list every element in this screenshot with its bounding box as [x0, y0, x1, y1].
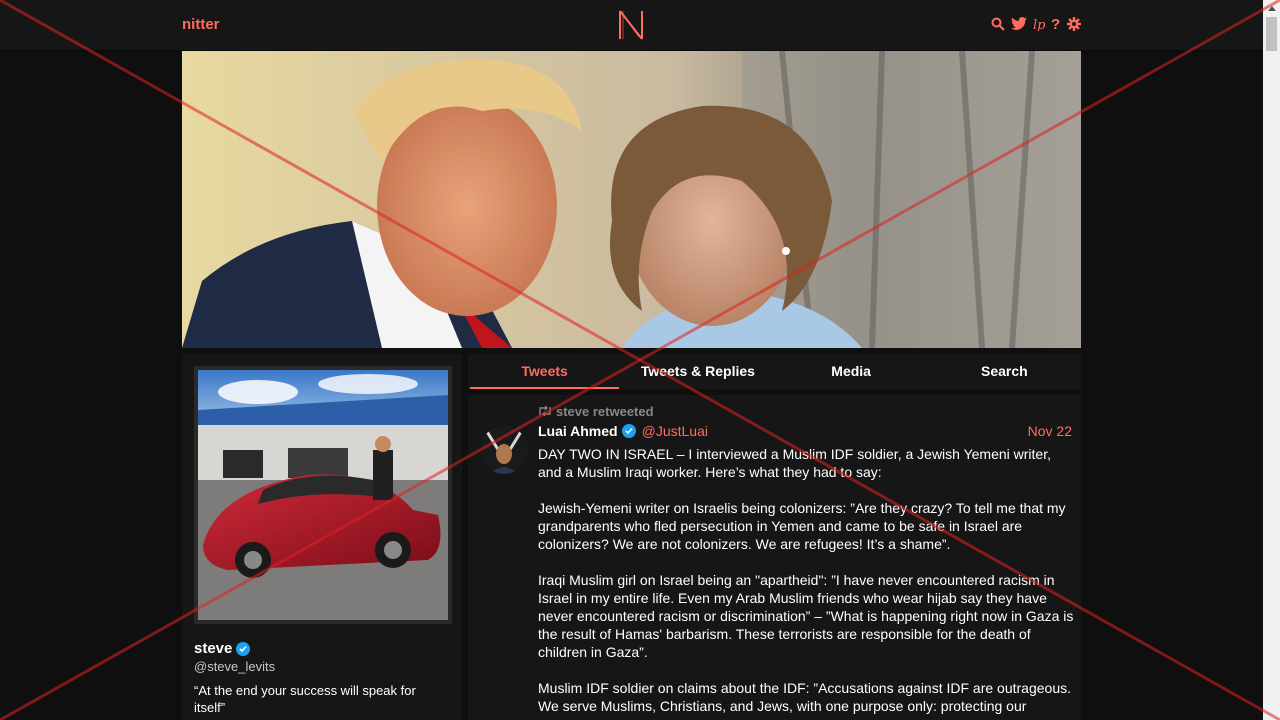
- verified-icon: [621, 424, 636, 438]
- profile-avatar-image: [198, 370, 448, 620]
- tab-tweets-replies[interactable]: Tweets & Replies: [621, 354, 774, 389]
- tab-search[interactable]: Search: [928, 354, 1081, 389]
- scrollbar-thumb[interactable]: [1266, 17, 1277, 51]
- profile-avatar[interactable]: [194, 366, 452, 624]
- tab-media[interactable]: Media: [775, 354, 928, 389]
- search-icon[interactable]: [991, 15, 1005, 33]
- tweet-paragraph: Iraqi Muslim girl on Israel being an "ap…: [538, 572, 1074, 660]
- page-scrollbar[interactable]: [1263, 0, 1280, 720]
- retweet-header: steve retweeted: [538, 404, 654, 419]
- timeline-tabs: Tweets Tweets & Replies Media Search: [468, 354, 1081, 389]
- profile-username[interactable]: @steve_levits: [194, 659, 275, 674]
- retweet-icon: [538, 404, 552, 419]
- tab-tweets[interactable]: Tweets: [468, 354, 621, 389]
- help-icon[interactable]: ?: [1051, 15, 1061, 33]
- tweet-avatar-image: [480, 426, 528, 474]
- tweet-header: Luai Ahmed @JustLuai Nov 22: [538, 423, 1072, 439]
- timeline: steve retweeted Luai Ahmed @JustLuai Nov…: [468, 395, 1081, 720]
- nav-icons: lp ?: [991, 15, 1081, 33]
- profile-card: steve @steve_levits “At the end your suc…: [182, 354, 462, 720]
- twitter-icon[interactable]: [1011, 15, 1027, 33]
- nitter-home-link[interactable]: nitter: [182, 16, 220, 33]
- nitter-logo-icon[interactable]: [617, 9, 645, 41]
- gear-icon[interactable]: [1067, 15, 1081, 33]
- liberapay-icon[interactable]: lp: [1033, 15, 1045, 33]
- tweet-date[interactable]: Nov 22: [1028, 423, 1072, 439]
- tweet-paragraph: Muslim IDF soldier on claims about the I…: [538, 680, 1071, 714]
- retweet-label[interactable]: steve retweeted: [556, 404, 654, 419]
- tweet-paragraph: DAY TWO IN ISRAEL – I interviewed a Musl…: [538, 446, 1051, 480]
- svg-text:lp: lp: [1033, 18, 1045, 31]
- tweet-content: DAY TWO IN ISRAEL – I interviewed a Musl…: [538, 445, 1078, 720]
- tweet-paragraph: Jewish-Yemeni writer on Israelis being c…: [538, 500, 1066, 552]
- svg-text:?: ?: [1051, 17, 1060, 31]
- profile-fullname[interactable]: steve: [194, 640, 251, 657]
- scroll-up-arrow-icon[interactable]: [1263, 0, 1280, 17]
- tweet-fullname[interactable]: Luai Ahmed: [538, 423, 618, 439]
- tweet-avatar[interactable]: [480, 426, 528, 474]
- profile-banner[interactable]: [182, 51, 1081, 348]
- verified-icon: [236, 641, 251, 656]
- banner-photo: [182, 51, 1081, 348]
- tweet-username[interactable]: @JustLuai: [642, 423, 708, 439]
- navbar: nitter lp ?: [0, 0, 1263, 50]
- profile-bio: “At the end your success will speak for …: [194, 683, 416, 715]
- profile-fullname-text[interactable]: steve: [194, 640, 232, 657]
